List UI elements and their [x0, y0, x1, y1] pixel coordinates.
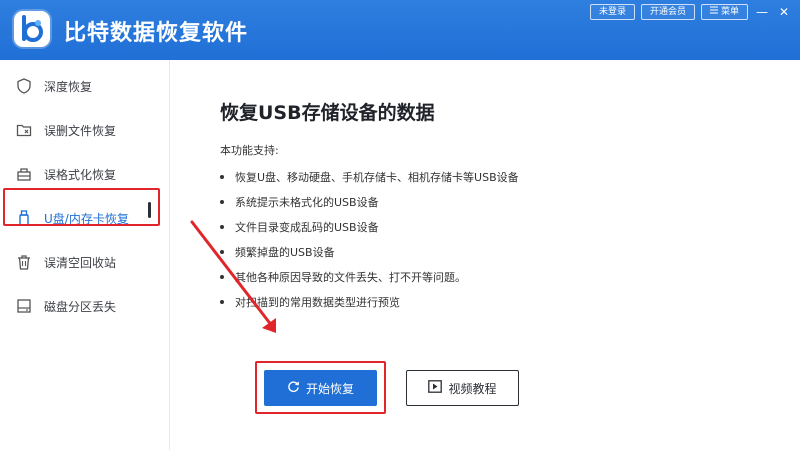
title-bar: 比特数据恢复软件 未登录 开通会员 菜单 — ✕: [0, 0, 800, 60]
sidebar-item-partition-lost[interactable]: 磁盘分区丢失: [0, 284, 170, 328]
feature-text: 频繁掉盘的USB设备: [235, 245, 335, 259]
bullet-icon: [220, 299, 224, 304]
minimize-button[interactable]: —: [754, 4, 770, 20]
sidebar-item-recycle-bin[interactable]: 误清空回收站: [0, 240, 170, 284]
app-title: 比特数据恢复软件: [64, 21, 249, 46]
list-item: 恢复U盘、移动硬盘、手机存储卡、相机存储卡等USB设备: [220, 164, 519, 189]
bullet-icon: [220, 274, 224, 279]
highlight-box-start: [255, 361, 386, 414]
sidebar: 深度恢复 误删文件恢复 误格式化恢复 U盘/内存卡恢复 误清空回收站 磁盘分区丢…: [0, 60, 170, 450]
list-item: 对扫描到的常用数据类型进行预览: [220, 289, 519, 314]
shield-icon: [16, 78, 32, 94]
sidebar-item-label: 误清空回收站: [44, 255, 117, 270]
highlight-box-usb: [3, 188, 160, 226]
sidebar-item-deleted-files[interactable]: 误删文件恢复: [0, 108, 170, 152]
play-icon: [428, 380, 443, 396]
login-button[interactable]: 未登录: [589, 4, 635, 20]
folder-delete-icon: [16, 122, 32, 138]
main-panel: 恢复USB存储设备的数据 本功能支持: 恢复U盘、移动硬盘、手机存储卡、相机存储…: [171, 60, 800, 450]
feature-list: 恢复U盘、移动硬盘、手机存储卡、相机存储卡等USB设备 系统提示未格式化的USB…: [220, 164, 519, 314]
sidebar-item-label: 误删文件恢复: [44, 123, 117, 138]
bullet-icon: [220, 249, 224, 254]
member-button[interactable]: 开通会员: [640, 4, 695, 20]
sidebar-item-label: 深度恢复: [44, 79, 93, 94]
list-item: 文件目录变成乱码的USB设备: [220, 214, 519, 239]
sidebar-item-deep-recovery[interactable]: 深度恢复: [0, 64, 170, 108]
app-logo-icon: [14, 11, 50, 47]
recycle-bin-icon: [16, 254, 32, 270]
feature-text: 对扫描到的常用数据类型进行预览: [235, 295, 400, 309]
menu-icon: [709, 5, 718, 19]
menu-label: 菜单: [720, 7, 739, 17]
close-button[interactable]: ✕: [776, 4, 792, 20]
member-label: 开通会员: [649, 7, 686, 17]
list-item: 频繁掉盘的USB设备: [220, 239, 519, 264]
bullet-icon: [220, 224, 224, 229]
menu-button[interactable]: 菜单: [700, 4, 748, 20]
login-label: 未登录: [598, 7, 626, 17]
format-icon: [16, 166, 32, 182]
list-item: 其他各种原因导致的文件丢失、打不开等问题。: [220, 264, 519, 289]
video-tutorial-label: 视频教程: [448, 381, 497, 396]
top-actions: 未登录 开通会员 菜单 — ✕: [589, 4, 792, 20]
feature-text: 系统提示未格式化的USB设备: [235, 195, 379, 209]
feature-text: 其他各种原因导致的文件丢失、打不开等问题。: [235, 270, 466, 284]
sidebar-item-label: 磁盘分区丢失: [44, 299, 117, 314]
disk-icon: [16, 298, 32, 314]
support-label: 本功能支持:: [220, 144, 279, 157]
app-window: 比特数据恢复软件 未登录 开通会员 菜单 — ✕ 深度恢复 误删文件恢复 误格式…: [0, 0, 800, 450]
bullet-icon: [220, 199, 224, 204]
sidebar-item-label: 误格式化恢复: [44, 167, 117, 182]
bullet-icon: [220, 174, 224, 179]
feature-text: 文件目录变成乱码的USB设备: [235, 220, 379, 234]
feature-text: 恢复U盘、移动硬盘、手机存储卡、相机存储卡等USB设备: [235, 170, 519, 184]
page-title: 恢复USB存储设备的数据: [220, 102, 435, 124]
video-tutorial-button[interactable]: 视频教程: [406, 370, 519, 406]
list-item: 系统提示未格式化的USB设备: [220, 189, 519, 214]
